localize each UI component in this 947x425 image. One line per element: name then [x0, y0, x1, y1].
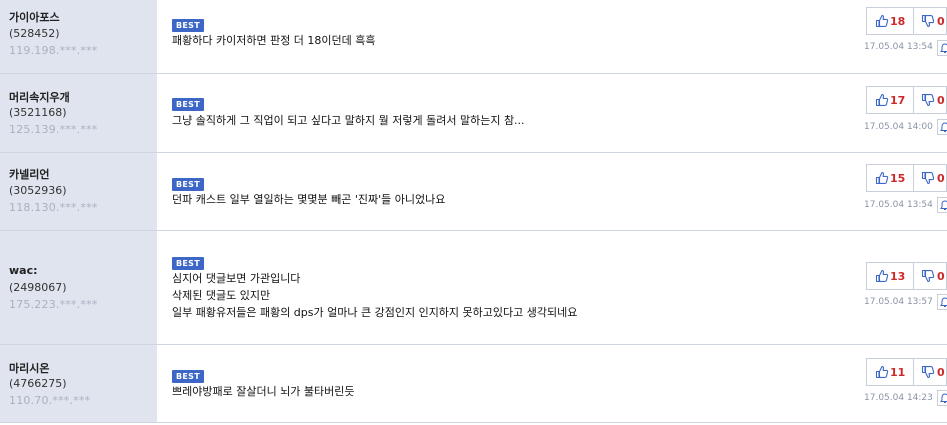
- dislike-count: 0: [937, 172, 945, 185]
- thumbs-up-icon[interactable]: [875, 171, 889, 185]
- like-count: 18: [890, 15, 906, 28]
- thumbs-down-icon[interactable]: [921, 93, 935, 107]
- vote-box: 17 0: [866, 86, 947, 114]
- comment-content: BEST 쁘레야방패로 잘살더니 뇌가 불타버린듯: [172, 345, 857, 422]
- vote-divider: [913, 87, 914, 113]
- like-count: 13: [890, 270, 906, 283]
- comment-author: 가이아포스 (528452) 119.198.***.***: [0, 0, 157, 73]
- comment-timestamp: 17.05.04 14:00: [864, 122, 933, 132]
- bell-icon: [940, 122, 947, 132]
- comment-timestamp: 17.05.04 13:54: [864, 42, 933, 52]
- comment-text: 패황하다 카이저하면 판정 더 18이던데 흑흑: [172, 34, 376, 47]
- author-ip: 125.139.***.***: [9, 123, 98, 136]
- dislike-count: 0: [937, 366, 945, 379]
- thumbs-up-icon[interactable]: [875, 93, 889, 107]
- bell-icon: [940, 43, 947, 53]
- best-badge: BEST: [172, 370, 204, 383]
- vote-box: 15 0: [866, 164, 947, 192]
- bell-icon: [940, 393, 947, 403]
- author-nickname[interactable]: 가이아포스: [9, 9, 60, 25]
- comment-content: BEST 던파 캐스트 일부 열일하는 몇몇분 빼곤 '진짜'들 아니었나요: [172, 153, 857, 230]
- author-id: (3521168): [9, 106, 67, 119]
- report-button[interactable]: [937, 197, 947, 213]
- author-id: (528452): [9, 27, 60, 40]
- author-nickname[interactable]: 카넬리언: [9, 166, 49, 182]
- thumbs-up-icon[interactable]: [875, 269, 889, 283]
- comment-text: 심지어 댓글보면 가관입니다: [172, 272, 301, 285]
- thumbs-up-icon[interactable]: [875, 365, 889, 379]
- comment-timestamp: 17.05.04 13:54: [864, 200, 933, 210]
- comment-text: 쁘레야방패로 잘살더니 뇌가 불타버린듯: [172, 385, 355, 398]
- comment-text: 그냥 솔직하게 그 직업이 되고 싶다고 말하지 뭘 저렇게 돌려서 말하는지 …: [172, 114, 525, 127]
- author-id: (4766275): [9, 377, 67, 390]
- report-button[interactable]: [937, 119, 947, 135]
- comment-author: 머리속지우개 (3521168) 125.139.***.***: [0, 74, 157, 152]
- comment-content: BEST 심지어 댓글보면 가관입니다 삭제된 댓글도 있지만 일부 패황유저들…: [172, 231, 857, 344]
- comment-content: BEST 그냥 솔직하게 그 직업이 되고 싶다고 말하지 뭘 저렇게 돌려서 …: [172, 74, 857, 152]
- comment-row: 카넬리언 (3052936) 118.130.***.*** BEST 던파 캐…: [0, 153, 947, 231]
- comment-text: 던파 캐스트 일부 열일하는 몇몇분 빼곤 '진짜'들 아니었나요: [172, 193, 446, 206]
- dislike-count: 0: [937, 270, 945, 283]
- thumbs-down-icon[interactable]: [921, 14, 935, 28]
- thumbs-up-icon[interactable]: [875, 14, 889, 28]
- comment-row: 마리시온 (4766275) 110.70.***.*** BEST 쁘레야방패…: [0, 345, 947, 423]
- vote-box: 11 0: [866, 358, 947, 386]
- best-badge: BEST: [172, 19, 204, 32]
- like-count: 11: [890, 366, 906, 379]
- like-count: 15: [890, 172, 906, 185]
- author-id: (3052936): [9, 184, 67, 197]
- comment-author: 마리시온 (4766275) 110.70.***.***: [0, 345, 157, 422]
- author-ip: 119.198.***.***: [9, 44, 98, 57]
- bell-icon: [940, 200, 947, 210]
- author-nickname[interactable]: 마리시온: [9, 360, 49, 376]
- best-badge: BEST: [172, 178, 204, 191]
- author-nickname[interactable]: 머리속지우개: [9, 89, 70, 105]
- comment-timestamp: 17.05.04 13:57: [864, 297, 933, 307]
- comment-content: BEST 패황하다 카이저하면 판정 더 18이던데 흑흑: [172, 0, 857, 73]
- comment-row: 가이아포스 (528452) 119.198.***.*** BEST 패황하다…: [0, 0, 947, 74]
- author-id: (2498067): [9, 281, 67, 294]
- bell-icon: [940, 297, 947, 307]
- best-badge: BEST: [172, 98, 204, 111]
- comment-row: 머리속지우개 (3521168) 125.139.***.*** BEST 그냥…: [0, 74, 947, 153]
- thumbs-down-icon[interactable]: [921, 365, 935, 379]
- thumbs-down-icon[interactable]: [921, 269, 935, 283]
- vote-box: 18 0: [866, 7, 947, 35]
- comment-text: 일부 패황유저들은 패황의 dps가 얼마나 큰 강점인지 인지하지 못하고있다…: [172, 306, 578, 319]
- comment-author: 카넬리언 (3052936) 118.130.***.***: [0, 153, 157, 230]
- comment-timestamp: 17.05.04 14:23: [864, 393, 933, 403]
- dislike-count: 0: [937, 94, 945, 107]
- author-ip: 175.223.***.***: [9, 298, 98, 311]
- vote-divider: [913, 359, 914, 385]
- report-button[interactable]: [937, 40, 947, 56]
- comment-list: 가이아포스 (528452) 119.198.***.*** BEST 패황하다…: [0, 0, 947, 425]
- author-nickname[interactable]: wac:: [9, 264, 38, 277]
- comment-text: 삭제된 댓글도 있지만: [172, 289, 271, 302]
- like-count: 17: [890, 94, 906, 107]
- report-button[interactable]: [937, 390, 947, 406]
- author-ip: 110.70.***.***: [9, 394, 91, 407]
- vote-divider: [913, 165, 914, 191]
- vote-divider: [913, 8, 914, 34]
- comment-row: wac: (2498067) 175.223.***.*** BEST 심지어 …: [0, 231, 947, 345]
- vote-divider: [913, 263, 914, 289]
- report-button[interactable]: [937, 294, 947, 310]
- vote-box: 13 0: [866, 262, 947, 290]
- author-ip: 118.130.***.***: [9, 201, 98, 214]
- thumbs-down-icon[interactable]: [921, 171, 935, 185]
- best-badge: BEST: [172, 257, 204, 270]
- comment-author: wac: (2498067) 175.223.***.***: [0, 231, 157, 344]
- dislike-count: 0: [937, 15, 945, 28]
